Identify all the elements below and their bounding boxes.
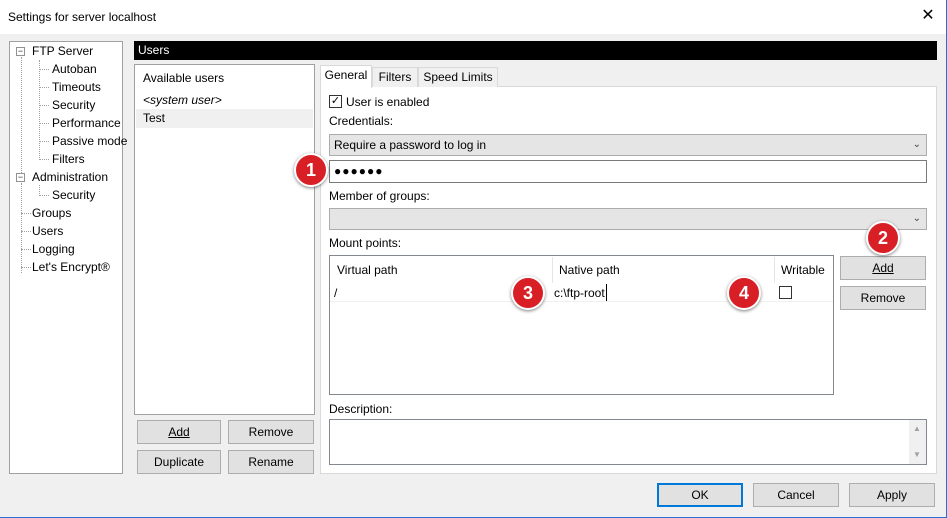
- remove-user-button[interactable]: Remove: [228, 420, 314, 444]
- password-field[interactable]: ●●●●●●: [329, 160, 927, 183]
- native-path-cell[interactable]: c:\ftp-root: [554, 284, 607, 302]
- mount-points-label: Mount points:: [329, 236, 402, 250]
- add-mount-button[interactable]: Add: [840, 256, 926, 280]
- annotation-badge-3: 3: [511, 276, 545, 310]
- close-icon[interactable]: ✕: [918, 6, 938, 26]
- tree-item-users[interactable]: Users: [32, 222, 64, 240]
- rename-user-button[interactable]: Rename: [228, 450, 314, 474]
- settings-window: Settings for server localhost ✕ − FTP Se…: [0, 0, 947, 518]
- writable-checkbox[interactable]: [779, 286, 792, 299]
- annotation-badge-2: 2: [866, 221, 900, 255]
- description-field[interactable]: ▲ ▼: [329, 419, 927, 465]
- apply-button[interactable]: Apply: [849, 483, 935, 507]
- users-list[interactable]: Available users <system user> Test: [134, 64, 315, 415]
- mount-points-grid[interactable]: Virtual path Native path Writable / c:\f…: [329, 255, 834, 395]
- user-enabled-checkbox[interactable]: ✓: [329, 95, 342, 108]
- credentials-label: Credentials:: [329, 114, 394, 128]
- annotation-badge-1: 1: [294, 153, 328, 187]
- tree-item-passive-mode[interactable]: Passive mode: [52, 132, 127, 150]
- virtual-path-cell[interactable]: /: [334, 284, 337, 302]
- tree-item-groups[interactable]: Groups: [32, 204, 71, 222]
- tree-item-security[interactable]: Security: [52, 96, 95, 114]
- column-writable[interactable]: Writable: [775, 257, 832, 283]
- tree-item-ftp-server[interactable]: FTP Server: [32, 42, 93, 60]
- tree-item-administration[interactable]: Administration: [32, 168, 108, 186]
- annotation-badge-4: 4: [727, 276, 761, 310]
- tree-item-filters[interactable]: Filters: [52, 150, 85, 168]
- collapse-icon[interactable]: −: [16, 173, 25, 182]
- tree-item-autoban[interactable]: Autoban: [52, 60, 97, 78]
- tree-item-admin-security[interactable]: Security: [52, 186, 95, 204]
- chevron-down-icon: ⌄: [912, 213, 921, 224]
- tree-item-logging[interactable]: Logging: [32, 240, 75, 258]
- remove-mount-button[interactable]: Remove: [840, 286, 926, 310]
- ok-button[interactable]: OK: [657, 483, 743, 507]
- scroll-up-icon[interactable]: ▲: [913, 424, 921, 433]
- tree-item-timeouts[interactable]: Timeouts: [52, 78, 101, 96]
- credentials-dropdown[interactable]: Require a password to log in ⌄: [329, 134, 927, 156]
- cancel-button[interactable]: Cancel: [753, 483, 839, 507]
- page-title: Users: [134, 41, 937, 60]
- tab-general[interactable]: General: [320, 65, 372, 88]
- groups-dropdown[interactable]: ⌄: [329, 208, 927, 230]
- tab-speed-limits[interactable]: Speed Limits: [418, 67, 498, 87]
- tree-item-performance[interactable]: Performance: [52, 114, 121, 132]
- window-title: Settings for server localhost: [8, 10, 157, 24]
- scroll-down-icon[interactable]: ▼: [913, 450, 921, 459]
- scrollbar[interactable]: ▲ ▼: [909, 420, 926, 464]
- title-bar: Settings for server localhost ✕: [0, 0, 946, 34]
- description-label: Description:: [329, 402, 393, 416]
- user-enabled-label: User is enabled: [346, 95, 430, 109]
- list-item[interactable]: <system user>: [136, 91, 313, 110]
- list-item[interactable]: Test: [136, 109, 313, 128]
- add-user-button[interactable]: Add: [137, 420, 221, 444]
- tree-item-lets-encrypt[interactable]: Let's Encrypt®: [32, 258, 110, 276]
- groups-label: Member of groups:: [329, 189, 430, 203]
- collapse-icon[interactable]: −: [16, 47, 25, 56]
- duplicate-user-button[interactable]: Duplicate: [137, 450, 221, 474]
- tab-filters[interactable]: Filters: [372, 67, 418, 87]
- settings-tree: − FTP Server Autoban Timeouts Security P…: [9, 41, 127, 474]
- chevron-down-icon: ⌄: [912, 139, 921, 150]
- users-list-header: Available users: [143, 71, 225, 85]
